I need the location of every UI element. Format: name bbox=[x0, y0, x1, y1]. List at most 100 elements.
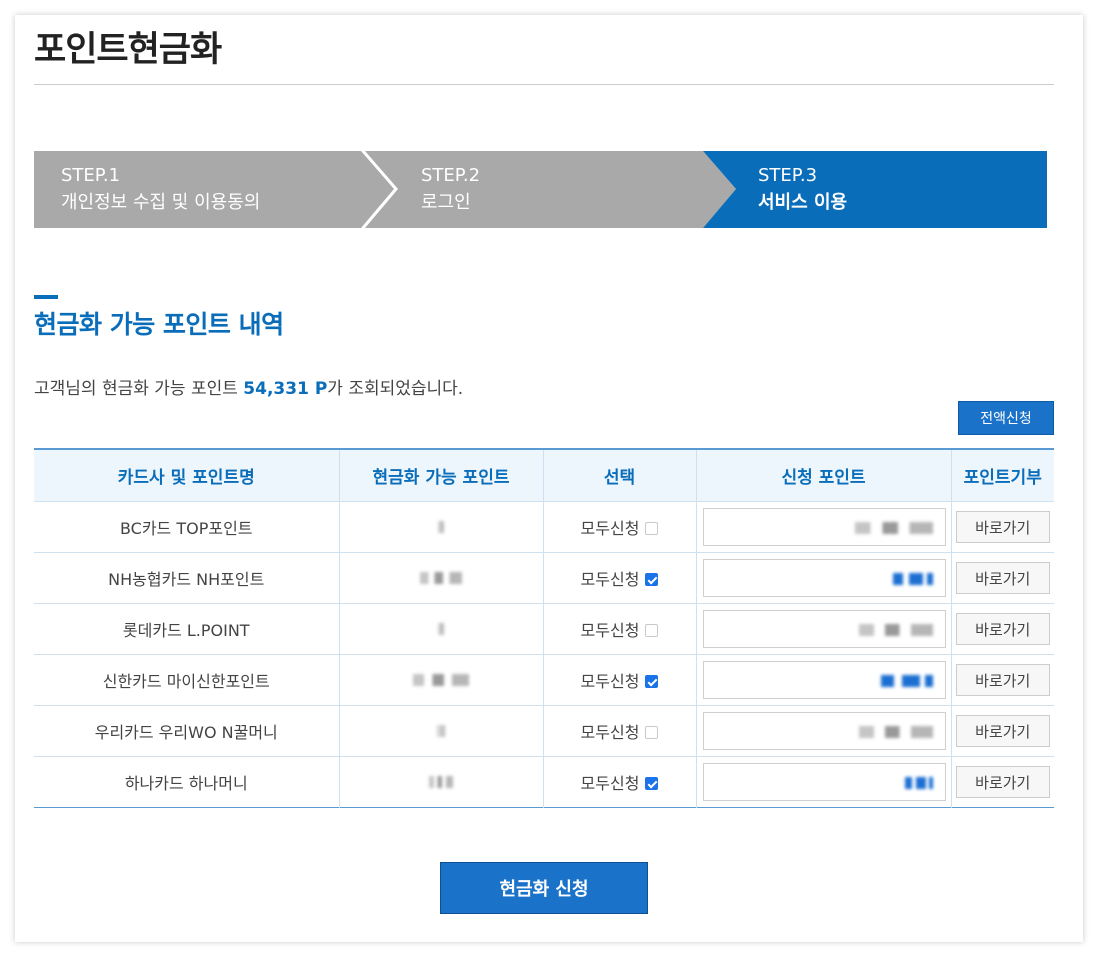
step-2-label: 로그인 bbox=[421, 192, 471, 213]
masked-value bbox=[438, 622, 444, 635]
select-all-label: 모두신청 bbox=[580, 621, 640, 640]
available-points-value bbox=[338, 603, 543, 655]
summary-suffix: 가 조회되었습니다. bbox=[327, 379, 464, 399]
summary-prefix: 고객님의 현금화 가능 포인트 bbox=[34, 379, 244, 399]
request-points-input[interactable] bbox=[702, 508, 946, 546]
title-divider bbox=[34, 84, 1054, 85]
masked-value bbox=[437, 724, 445, 737]
col-header-select: 선택 bbox=[542, 449, 696, 502]
masked-value bbox=[420, 571, 462, 584]
available-points-value bbox=[338, 501, 543, 553]
section-title: 현금화 가능 포인트 내역 bbox=[34, 310, 284, 339]
goto-donate-button[interactable]: 바로가기 bbox=[955, 511, 1050, 543]
select-all-label: 모두신청 bbox=[580, 519, 640, 538]
table-row: 하나카드 하나머니 모두신청 바로가기 bbox=[34, 756, 1054, 808]
masked-value bbox=[858, 623, 933, 636]
request-points-input[interactable] bbox=[702, 610, 946, 648]
card-point-name: 우리카드 우리WO N꿀머니 bbox=[34, 705, 339, 757]
card-point-name: 하나카드 하나머니 bbox=[124, 774, 248, 793]
select-cell: 모두신청 bbox=[542, 603, 696, 655]
col-header-card: 카드사 및 포인트명 bbox=[34, 449, 339, 502]
point-cash-panel: 포인트현금화 STEP.1 개인정보 수집 및 이용동의 STEP.2 로그인 … bbox=[15, 15, 1083, 942]
select-cell: 모두신청 bbox=[542, 756, 696, 808]
col-header-request: 신청 포인트 bbox=[695, 449, 951, 502]
step-1: STEP.1 개인정보 수집 및 이용동의 bbox=[34, 151, 394, 228]
step-2: STEP.2 로그인 bbox=[365, 151, 736, 228]
table-row: NH농협카드 NH포인트 모두신청 바로가기 bbox=[34, 552, 1054, 604]
select-all-label: 모두신청 bbox=[580, 774, 640, 793]
donate-cell: 바로가기 bbox=[950, 654, 1054, 706]
request-points-cell bbox=[695, 501, 951, 553]
request-points-input[interactable] bbox=[702, 559, 946, 597]
goto-donate-button[interactable]: 바로가기 bbox=[955, 613, 1050, 645]
masked-value bbox=[892, 572, 933, 585]
select-all-checkbox[interactable] bbox=[645, 573, 659, 586]
select-all-label: 모두신청 bbox=[580, 570, 640, 589]
card-point-name: NH농협카드 NH포인트 bbox=[34, 552, 339, 604]
select-cell: 모두신청 bbox=[542, 654, 696, 706]
select-all-checkbox[interactable] bbox=[645, 777, 659, 790]
table-row: 롯데카드 L.POINT 모두신청 바로가기 bbox=[34, 603, 1054, 655]
request-points-cell bbox=[695, 756, 951, 808]
request-points-cell bbox=[695, 654, 951, 706]
page-title: 포인트현금화 bbox=[34, 30, 222, 70]
card-point-name: 신한카드 마이신한포인트 bbox=[34, 654, 339, 706]
points-summary: 고객님의 현금화 가능 포인트 54,331 P가 조회되었습니다. bbox=[34, 374, 463, 399]
step-3-number: STEP.3 bbox=[758, 165, 818, 186]
available-points-value bbox=[338, 552, 543, 604]
goto-donate-button[interactable]: 바로가기 bbox=[955, 715, 1050, 747]
select-all-checkbox[interactable] bbox=[645, 624, 659, 637]
section-accent-bar bbox=[34, 295, 58, 299]
goto-donate-button[interactable]: 바로가기 bbox=[955, 766, 1050, 798]
table-row: 우리카드 우리WO N꿀머니 모두신청 바로가기 bbox=[34, 705, 1054, 757]
donate-cell: 바로가기 bbox=[950, 603, 1054, 655]
select-all-label: 모두신청 bbox=[580, 723, 640, 742]
table-row: BC카드 TOP포인트 모두신청 바로가기 bbox=[34, 501, 1054, 553]
select-cell: 모두신청 bbox=[542, 552, 696, 604]
table-row: 신한카드 마이신한포인트 모두신청 바로가기 bbox=[34, 654, 1054, 706]
available-points-value bbox=[338, 705, 543, 757]
request-points-cell bbox=[695, 603, 951, 655]
select-all-checkbox[interactable] bbox=[645, 726, 659, 739]
card-point-name: 롯데카드 L.POINT bbox=[34, 603, 339, 655]
total-points: 54,331 P bbox=[243, 379, 328, 399]
masked-value bbox=[413, 673, 469, 686]
goto-donate-button[interactable]: 바로가기 bbox=[955, 664, 1050, 696]
step-indicator: STEP.1 개인정보 수집 및 이용동의 STEP.2 로그인 STEP.3 … bbox=[34, 151, 1047, 228]
donate-cell: 바로가기 bbox=[950, 501, 1054, 553]
masked-value bbox=[854, 521, 933, 534]
donate-cell: 바로가기 bbox=[950, 756, 1054, 808]
request-points-input[interactable] bbox=[702, 712, 946, 750]
step-3-active: STEP.3 서비스 이용 bbox=[703, 151, 1047, 228]
select-all-checkbox[interactable] bbox=[645, 522, 659, 535]
goto-donate-button[interactable]: 바로가기 bbox=[955, 562, 1050, 594]
select-cell: 모두신청 bbox=[542, 501, 696, 553]
step-1-number: STEP.1 bbox=[61, 165, 121, 186]
request-points-input[interactable] bbox=[702, 763, 946, 801]
table-header-row: 카드사 및 포인트명 현금화 가능 포인트 선택 신청 포인트 포인트기부 bbox=[34, 449, 1054, 502]
request-points-cell bbox=[695, 705, 951, 757]
apply-all-button[interactable]: 전액신청 bbox=[958, 401, 1054, 435]
card-point-name: BC카드 TOP포인트 bbox=[34, 501, 339, 553]
available-points-value bbox=[338, 756, 543, 808]
step-1-label: 개인정보 수집 및 이용동의 bbox=[61, 192, 261, 213]
masked-value bbox=[904, 776, 933, 789]
select-cell: 모두신청 bbox=[542, 705, 696, 757]
donate-cell: 바로가기 bbox=[950, 552, 1054, 604]
masked-value bbox=[858, 725, 933, 738]
masked-value bbox=[438, 520, 444, 533]
cash-request-button[interactable]: 현금화 신청 bbox=[440, 862, 648, 914]
step-2-number: STEP.2 bbox=[421, 165, 481, 186]
points-table: 카드사 및 포인트명 현금화 가능 포인트 선택 신청 포인트 포인트기부 BC… bbox=[34, 448, 1054, 808]
available-points-value bbox=[338, 654, 543, 706]
request-points-cell bbox=[695, 552, 951, 604]
masked-value bbox=[880, 674, 933, 687]
col-header-available: 현금화 가능 포인트 bbox=[338, 449, 543, 502]
select-all-label: 모두신청 bbox=[580, 672, 640, 691]
col-header-donate: 포인트기부 bbox=[950, 449, 1054, 502]
donate-cell: 바로가기 bbox=[950, 705, 1054, 757]
step-3-label: 서비스 이용 bbox=[758, 192, 848, 213]
select-all-checkbox[interactable] bbox=[645, 675, 659, 688]
request-points-input[interactable] bbox=[702, 661, 946, 699]
masked-value bbox=[429, 775, 453, 788]
